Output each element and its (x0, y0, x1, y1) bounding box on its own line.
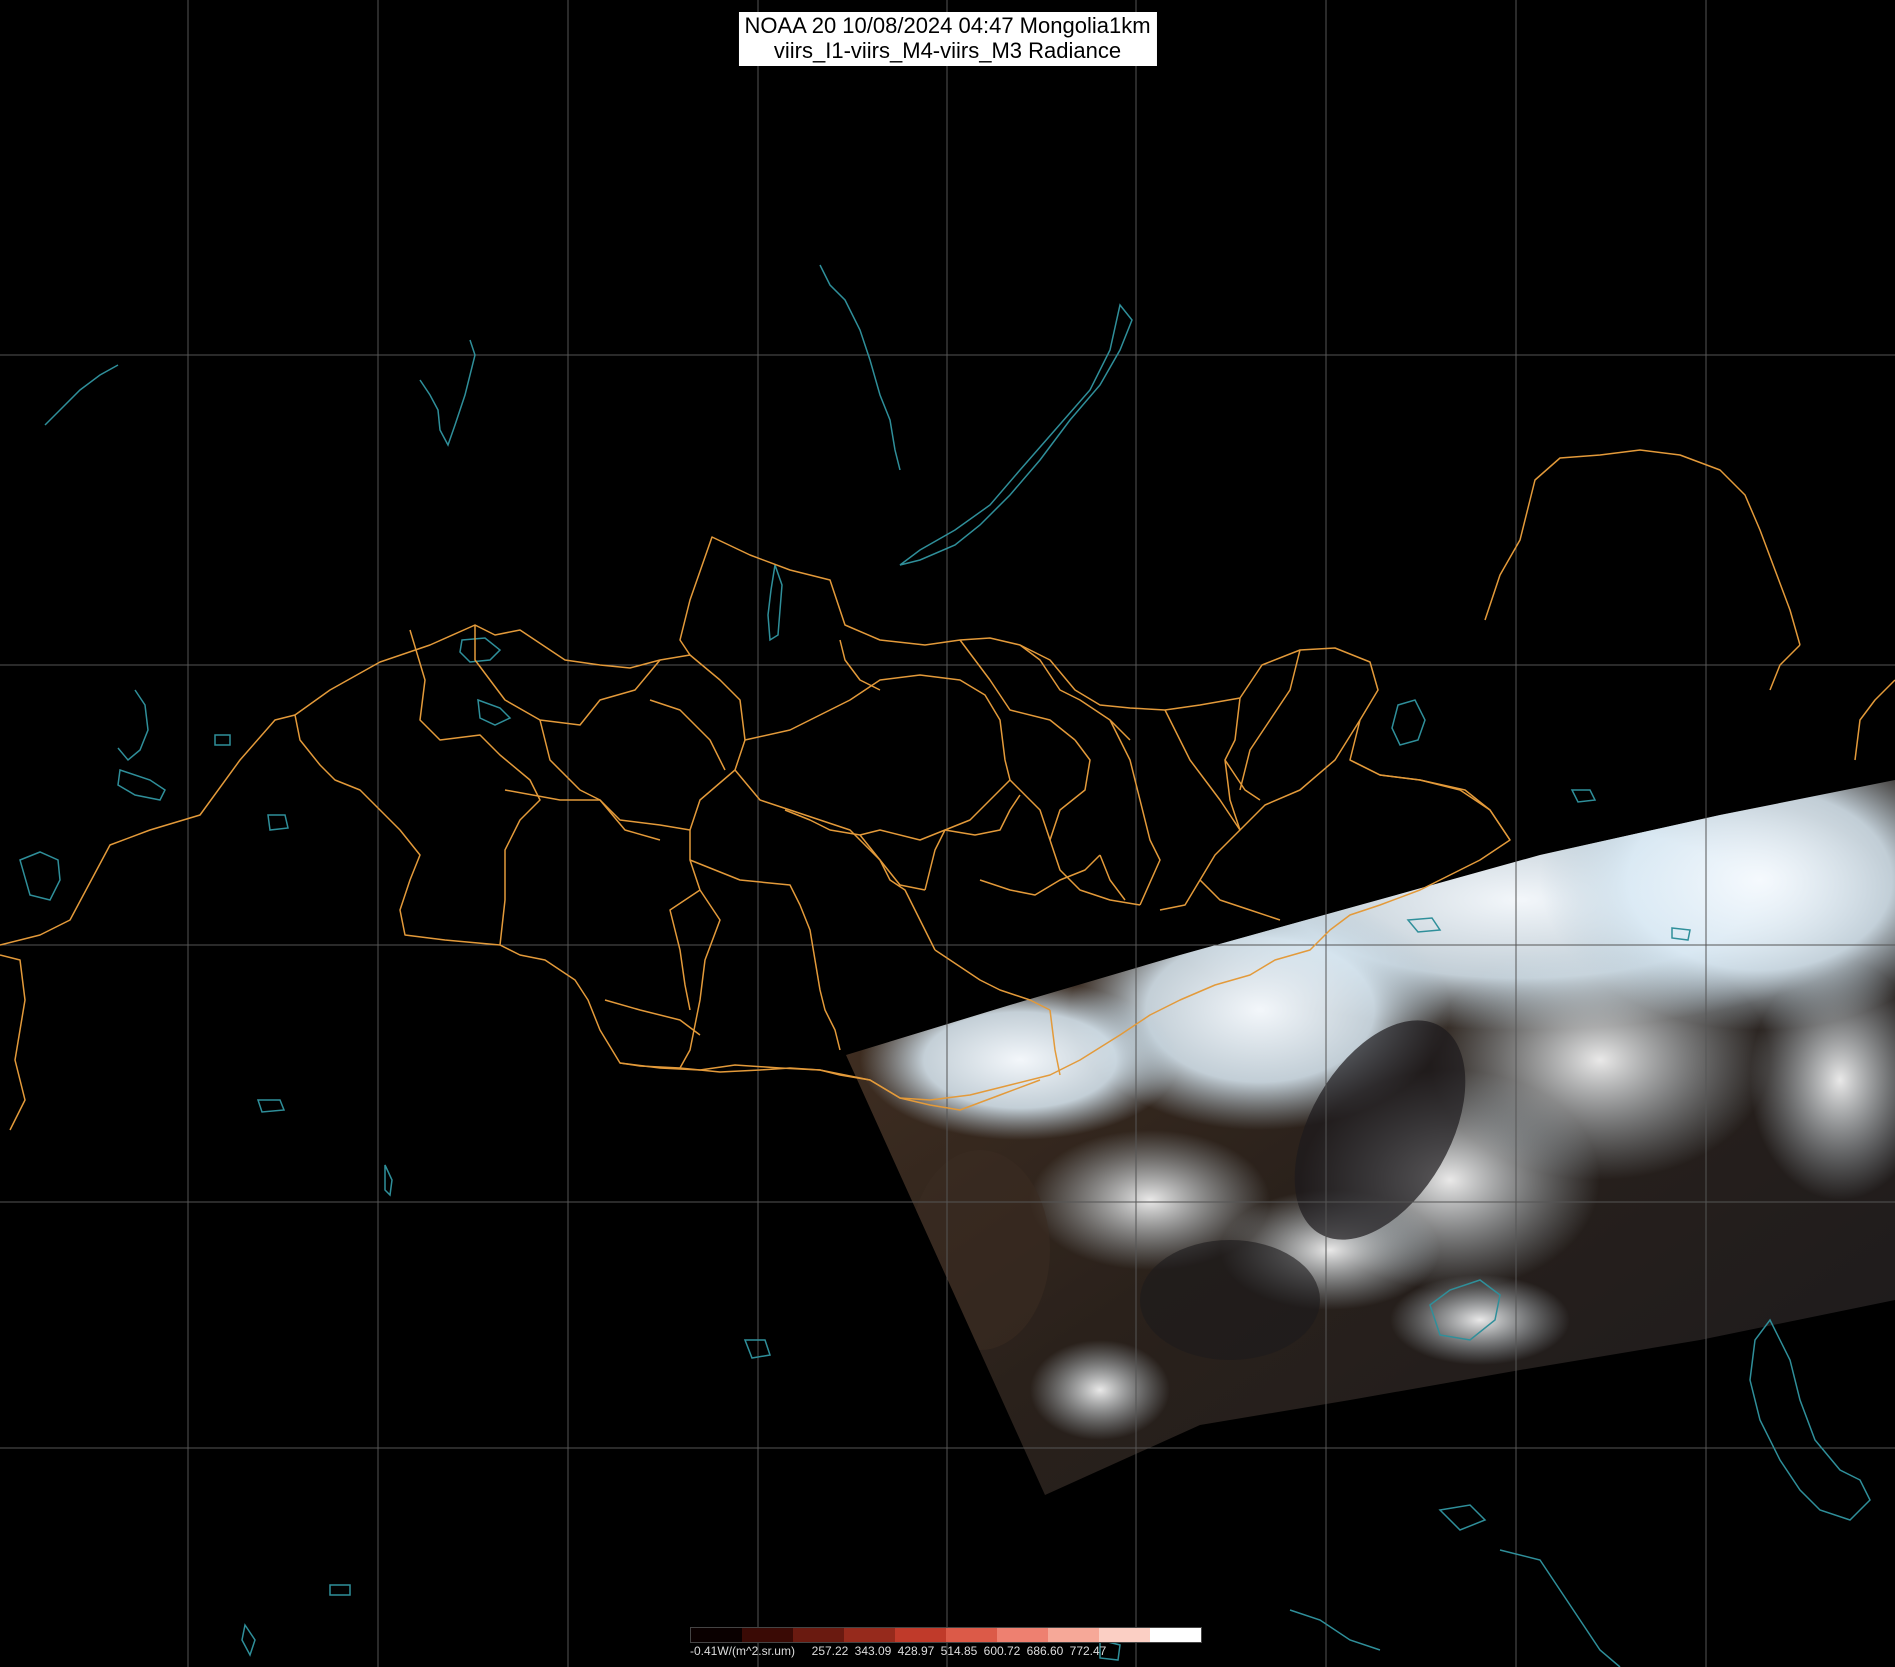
legend-color-bar (690, 1627, 1202, 1643)
legend-swatch (997, 1628, 1048, 1642)
legend-tick-label: 514.85 (940, 1644, 978, 1658)
lake-west-1 (117, 689, 149, 762)
northeast-border (1484, 449, 1801, 646)
legend-swatch (691, 1628, 742, 1642)
legend-swatch (1150, 1628, 1201, 1642)
lake-west-5 (19, 851, 61, 901)
russia-border-east (1349, 759, 1511, 841)
lake-hulun (1391, 699, 1426, 746)
legend-tick-labels: -0.41W/(m^2.sr.um) 257.22 343.09 428.97 514.… (690, 1643, 1202, 1665)
title-line-1: NOAA 20 10/08/2024 04:47 Mongolia1km (744, 13, 1151, 38)
river-west (44, 364, 119, 426)
lake-west-7 (384, 1164, 393, 1197)
lake-west-6 (256, 1099, 286, 1113)
legend-tick-label: 343.09 (854, 1644, 892, 1658)
satellite-swath (846, 780, 1895, 1495)
legend-tick-label: 772.47 (1069, 1644, 1107, 1658)
map-title: NOAA 20 10/08/2024 04:47 Mongolia1km vii… (738, 12, 1157, 66)
legend-tick-label: -0.41W/(m^2.sr.um) (690, 1644, 795, 1658)
satellite-map: NOAA 20 10/08/2024 04:47 Mongolia1km vii… (0, 0, 1895, 1667)
legend-swatch (946, 1628, 997, 1642)
legend-swatch (742, 1628, 793, 1642)
color-legend: -0.41W/(m^2.sr.um) 257.22 343.09 428.97 514.… (690, 1627, 1202, 1663)
lat-lon-grid (0, 0, 1895, 1667)
title-line-2: viirs_I1-viirs_M4-viirs_M3 Radiance (773, 38, 1122, 63)
legend-swatch (793, 1628, 844, 1642)
lake-south-2 (241, 1623, 256, 1657)
legend-swatch (844, 1628, 895, 1642)
legend-swatch (1048, 1628, 1099, 1642)
lake-baikal (899, 303, 1133, 566)
lake-west-4 (267, 814, 289, 831)
lake-khuvsgul (767, 564, 783, 642)
legend-tick-label: 600.72 (983, 1644, 1021, 1658)
legend-tick-label: 257.22 (811, 1644, 849, 1658)
legend-tick-label: 686.60 (1026, 1644, 1064, 1658)
china-west-border (0, 954, 26, 1131)
lake-uvs (459, 637, 502, 663)
coast-korea (1749, 1318, 1871, 1521)
lake-khyargas (477, 698, 512, 726)
lake-south-1 (329, 1584, 351, 1596)
river-yellow (1289, 1609, 1381, 1651)
legend-swatch (895, 1628, 946, 1642)
river-angara (819, 264, 901, 471)
legend-tick-label: 428.97 (897, 1644, 935, 1658)
lake-west-3 (214, 734, 231, 746)
lake-west-2 (117, 769, 166, 801)
map-canvas (0, 0, 1895, 1667)
lake-south-3 (1438, 1504, 1487, 1531)
river-yenisei (419, 339, 476, 447)
russia-border-west (0, 714, 296, 946)
legend-swatch (1099, 1628, 1150, 1642)
coast-china-east (1499, 1549, 1621, 1667)
lake-east-1 (1570, 789, 1597, 803)
